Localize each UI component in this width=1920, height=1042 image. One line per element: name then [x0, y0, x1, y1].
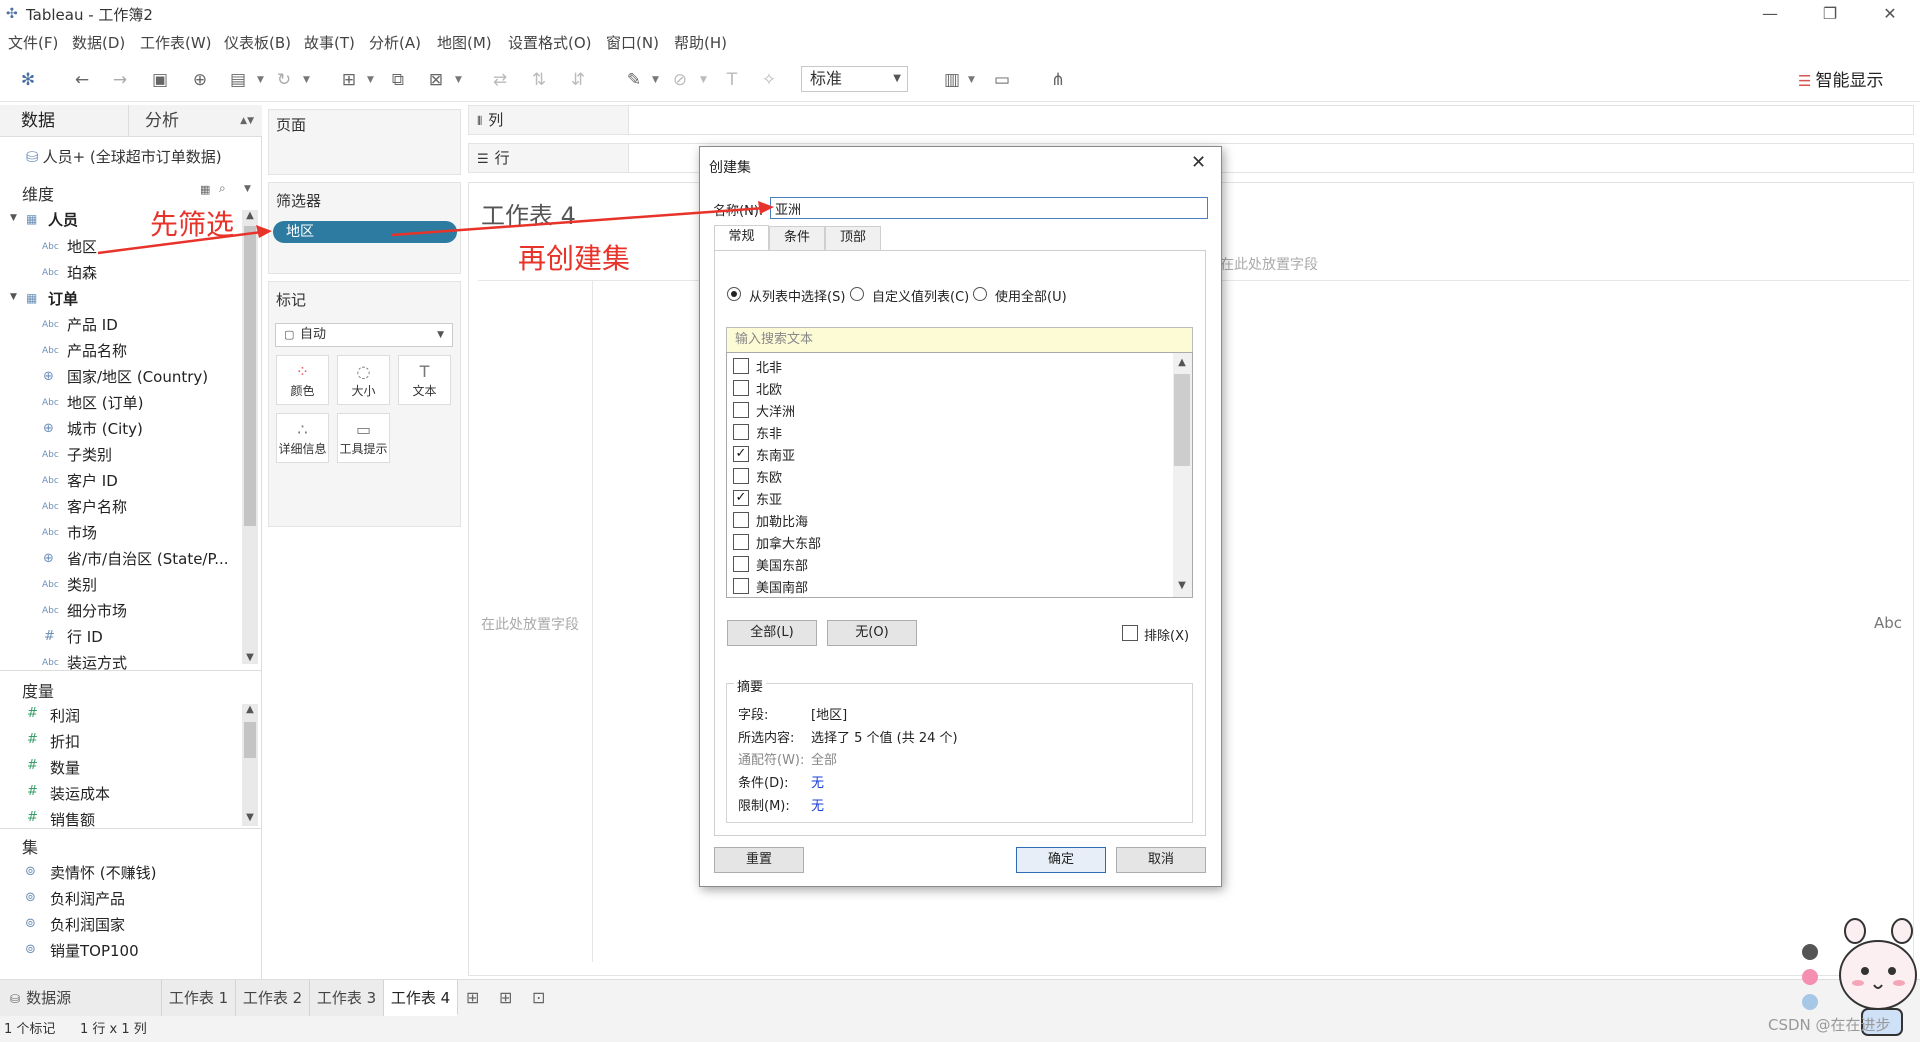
arrow-head: [256, 225, 272, 238]
annotation-arrows: [97, 201, 774, 255]
watermark: CSDN @在在进步: [1768, 1016, 1891, 1034]
arrow-line: [391, 206, 765, 237]
arrow-line: [97, 230, 263, 255]
arrow-head: [758, 201, 774, 214]
